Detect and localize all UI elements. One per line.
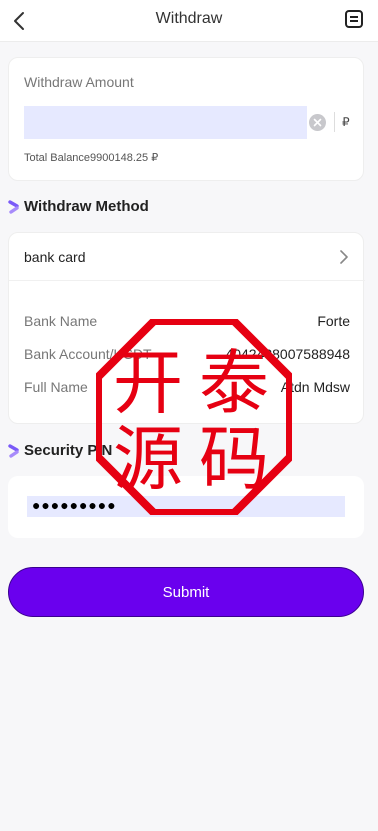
info-key: Full Name	[24, 379, 88, 395]
section-title: Security PIN	[24, 442, 113, 459]
full-name-row: Full Name Atdn Mdsw	[24, 379, 350, 397]
section-title: Withdraw Method	[24, 198, 149, 215]
section-bullet-icon	[8, 443, 19, 458]
withdraw-method-heading: Withdraw Method	[8, 198, 149, 215]
security-pin-heading: Security PIN	[8, 442, 112, 459]
clear-icon[interactable]	[309, 114, 326, 131]
bank-name-row: Bank Name Forte	[24, 313, 350, 331]
withdraw-amount-input[interactable]	[24, 106, 307, 139]
withdraw-amount-label: Withdraw Amount	[24, 74, 134, 90]
info-value: Atdn Mdsw	[280, 379, 350, 395]
info-value: Forte	[317, 313, 350, 329]
record-list-icon[interactable]	[344, 9, 364, 29]
submit-button[interactable]: Submit	[8, 567, 364, 617]
security-pin-input[interactable]	[27, 496, 345, 517]
total-balance: Total Balance9900148.25 ₽	[24, 152, 159, 164]
info-key: Bank Account/USDT	[24, 346, 152, 362]
method-selected-value: bank card	[24, 249, 86, 265]
page-title: Withdraw	[155, 10, 223, 27]
info-key: Bank Name	[24, 313, 98, 329]
divider	[334, 112, 335, 132]
currency-symbol: ₽	[342, 115, 350, 129]
withdraw-amount-card: Withdraw Amount ₽ Total Balance9900148.2…	[8, 57, 364, 181]
withdraw-method-card: bank card Bank Name Forte Bank Account/U…	[8, 232, 365, 424]
section-bullet-icon	[8, 199, 19, 214]
bank-account-row: Bank Account/USDT 4042438007588948	[24, 346, 350, 364]
info-value: 4042438007588948	[225, 346, 350, 362]
chevron-right-icon	[340, 250, 348, 264]
method-selector[interactable]: bank card	[9, 233, 365, 281]
security-pin-card	[8, 476, 364, 538]
top-bar: Withdraw	[0, 0, 378, 42]
